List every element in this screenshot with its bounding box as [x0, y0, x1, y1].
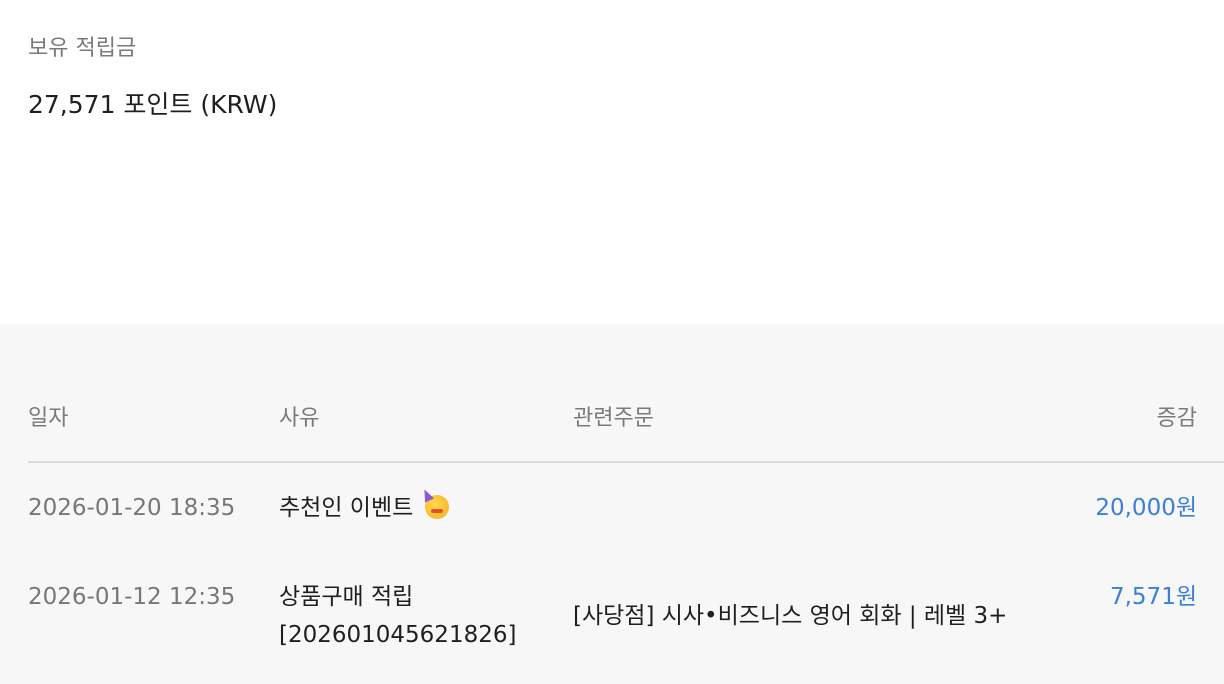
row-reason: 추천인 이벤트 [279, 489, 449, 527]
row-date: 2026-01-20 18:35 [28, 495, 236, 521]
row-amount: 7,571원 [1109, 584, 1197, 610]
row-amount: 20,000원 [1095, 495, 1197, 521]
party-face-icon [424, 495, 449, 519]
table-header-divider [28, 461, 1224, 463]
points-summary-label: 보유 적립금 [28, 36, 137, 61]
row-related-order[interactable]: [사당점] 시사•비즈니스 영어 회화 | 레벨 3+ [573, 597, 1007, 635]
column-header-date: 일자 [28, 406, 69, 431]
row-reason-order-number: [202601045621826] [279, 622, 517, 648]
points-history-table: 일자 사유 관련주문 증감 2026-01-20 18:35 추천인 이벤트 2… [0, 324, 1224, 684]
points-summary: 보유 적립금 27,571 포인트 (KRW) [0, 0, 1224, 324]
column-header-amount: 증감 [1156, 406, 1197, 431]
points-balance: 27,571 포인트 (KRW) [28, 90, 278, 119]
row-date: 2026-01-12 12:35 [28, 584, 236, 610]
column-header-reason: 사유 [279, 406, 320, 431]
column-header-order: 관련주문 [573, 406, 654, 431]
row-reason-text: 추천인 이벤트 [279, 495, 414, 521]
row-reason: 상품구매 적립 [279, 584, 414, 610]
